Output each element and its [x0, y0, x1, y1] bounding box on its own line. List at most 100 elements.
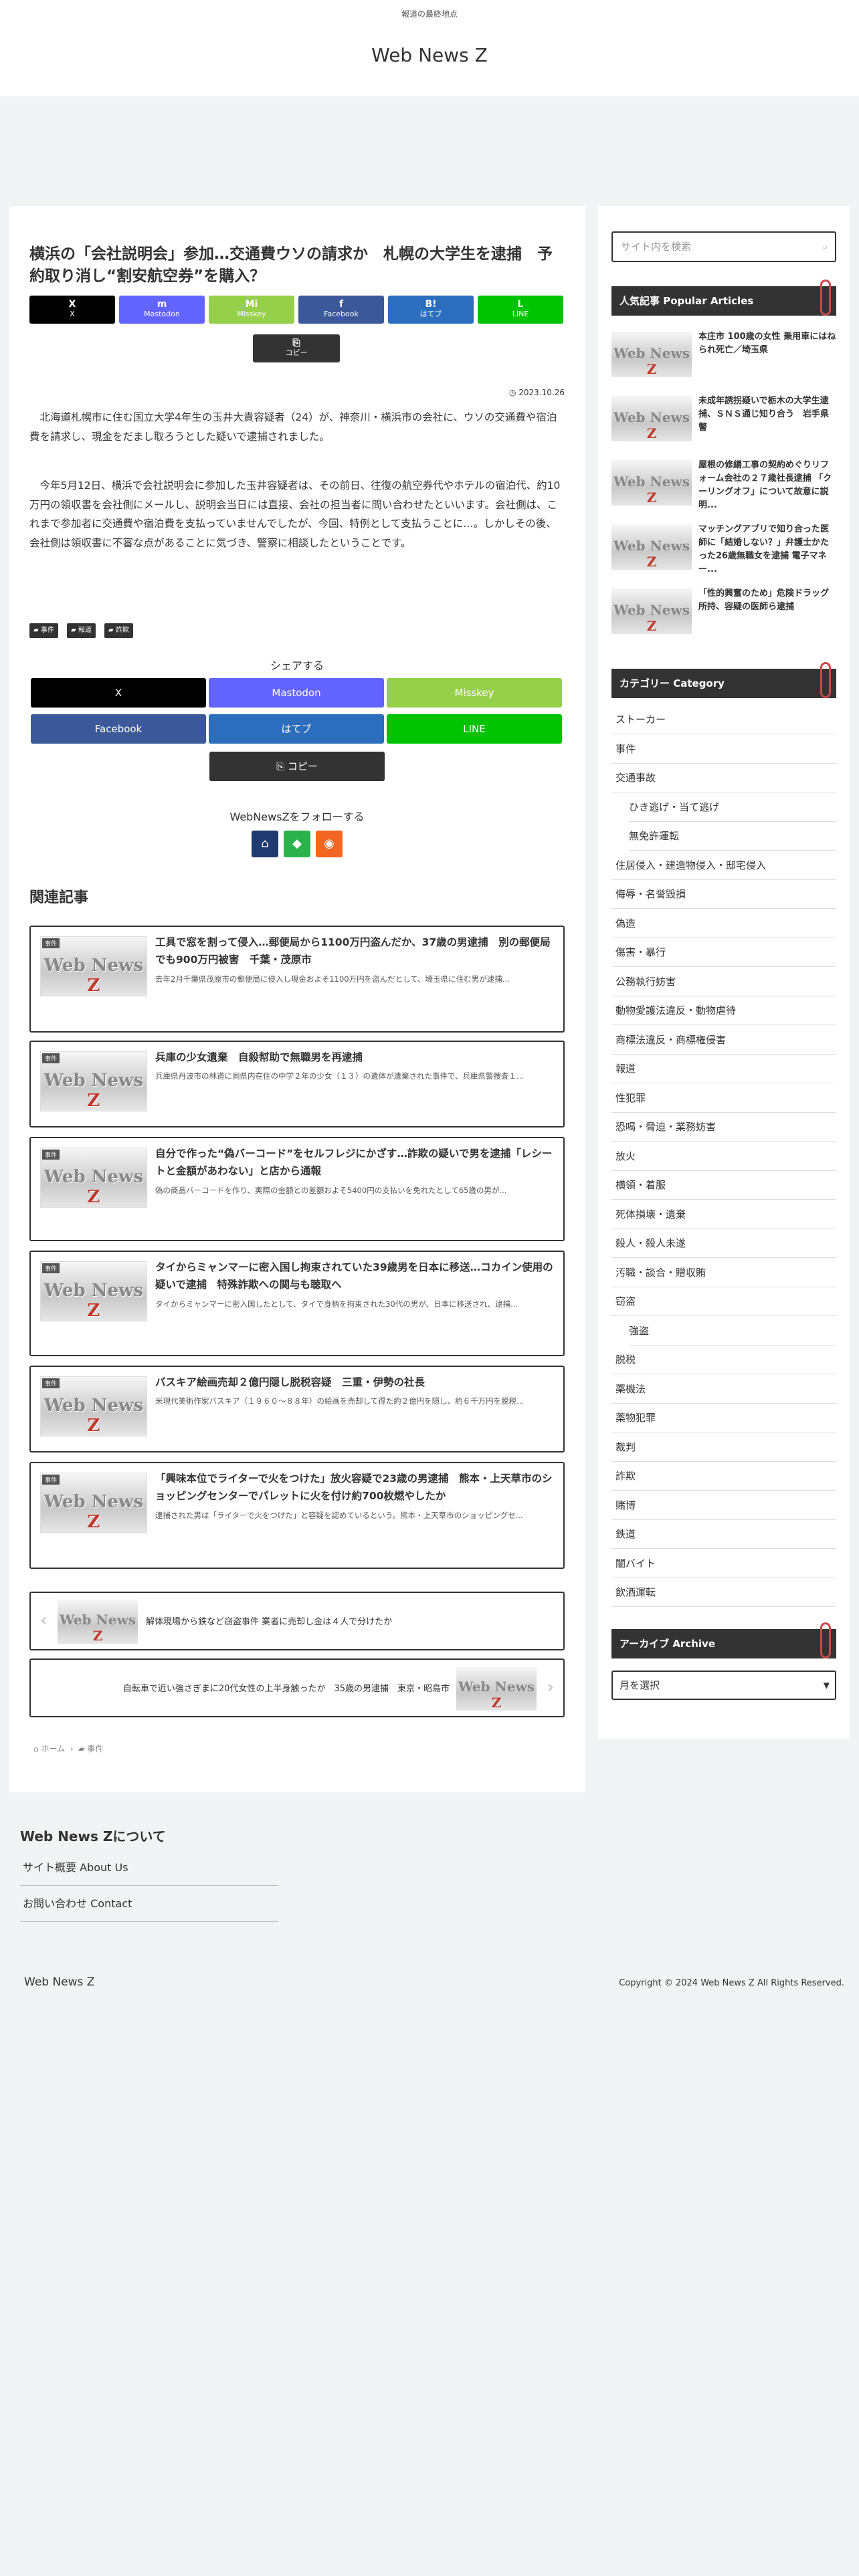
category-item[interactable]: 横領・着服 — [611, 1170, 836, 1200]
article-title: 横浜の「会社説明会」参加…交通費ウソの請求か 札幌の大学生を逮捕 予約取り消し“… — [29, 245, 553, 286]
related-card[interactable]: 事件 Web News Z バスキア絵画売却２億円隠し脱税容疑 三重・伊勢の社長 米現… — [29, 1366, 565, 1453]
related-card[interactable]: 事件 Web News Z 工具で窓を割って侵入…郵便局から1100万円盗んだか、3… — [29, 926, 565, 1033]
related-card[interactable]: 事件 Web News Z タイからミャンマーに密入国し拘束されていた39歳男を日本… — [29, 1251, 565, 1356]
related-thumbnail: 事件 Web News Z — [40, 1261, 147, 1321]
category-badge: 事件 — [42, 1150, 60, 1160]
share-button-x[interactable]: XX — [29, 296, 115, 324]
category-item[interactable]: 偽造 — [611, 909, 836, 938]
category-item[interactable]: 侮辱・名誉毀損 — [611, 879, 836, 909]
archive-month-select[interactable]: 月を選択 ▼ — [611, 1671, 836, 1700]
share-button-line[interactable]: L LINE — [478, 296, 563, 324]
popular-heading: 人気記事 Popular Articles — [611, 280, 836, 316]
category-item[interactable]: ストーカー — [611, 705, 836, 734]
breadcrumb-category[interactable]: 事件 — [87, 1744, 103, 1753]
footer-link-about[interactable]: サイト概要 About Us — [20, 1850, 278, 1886]
category-item[interactable]: 飲酒運転 — [611, 1578, 836, 1607]
copy-button-bottom[interactable]: ⎘ コピー — [209, 752, 385, 781]
tag-link[interactable]: ▰ 報道 — [67, 623, 96, 638]
feedly-follow-icon[interactable]: ◆ — [284, 831, 310, 857]
breadcrumb-home[interactable]: ホーム — [41, 1744, 65, 1753]
share-button-misskey[interactable]: Mi Misskey — [209, 296, 294, 324]
search-input[interactable]: サイト内を検索 ⌕ — [611, 231, 836, 262]
related-card[interactable]: 事件 Web News Z 「興味本位でライターで火をつけた」放火容疑で23歳の男逮… — [29, 1462, 565, 1569]
category-item[interactable]: 脱税 — [611, 1345, 836, 1374]
paperclip-icon — [820, 1622, 831, 1658]
category-item[interactable]: 強盗 — [629, 1316, 836, 1346]
share-label: Mastodon — [144, 310, 180, 318]
category-badge: 事件 — [42, 1263, 60, 1273]
category-item[interactable]: 汚職・談合・贈収賄 — [611, 1258, 836, 1287]
category-item[interactable]: 交通事故 — [611, 763, 836, 792]
home-follow-icon[interactable]: ⌂ — [252, 831, 278, 857]
related-title: 自分で作った“偽バーコード”をセルフレジにかざす…詐欺の疑いで男を逮捕「レシート… — [155, 1148, 553, 1178]
category-item[interactable]: 死体損壊・遺棄 — [611, 1200, 836, 1229]
thumbnail-logo: Web News Z — [43, 1396, 144, 1436]
footer-link-contact[interactable]: お問い合わせ Contact — [20, 1886, 278, 1922]
related-snippet: 偽の商品バーコードを作り、実際の金額との差額およそ5400円の支払いを免れたとし… — [155, 1186, 507, 1195]
category-item[interactable]: 鉄道 — [611, 1519, 836, 1549]
category-item[interactable]: 商標法違反・商標権侵害 — [611, 1025, 836, 1055]
popular-item[interactable]: Web News Z 「性的興奮のため」危険ドラッグ所持、容疑の医師ら逮捕 — [611, 586, 836, 638]
share-button-はてブ[interactable]: はてブ — [209, 714, 384, 744]
prev-article-link[interactable]: ‹ Web News Z 解体現場から鉄など窃盗事件 業者に売却し金は４人で分け… — [29, 1592, 565, 1650]
share-label: LINE — [512, 310, 529, 318]
category-item[interactable]: ひき逃げ・当て逃げ — [629, 792, 836, 822]
category-item[interactable]: 住居侵入・建造物侵入・邸宅侵入 — [611, 851, 836, 880]
share-heading: シェアする — [270, 659, 324, 672]
related-thumbnail: 事件 Web News Z — [40, 1051, 147, 1111]
category-item[interactable]: 動物愛護法違反・動物虐待 — [611, 996, 836, 1025]
share-label: Facebook — [324, 310, 359, 318]
related-heading: 関連記事 — [29, 889, 89, 906]
popular-item[interactable]: Web News Z 屋根の修繕工事の契約めぐりリフォーム会社の２７歳社長逮捕 「… — [611, 457, 836, 510]
category-item[interactable]: 無免許運転 — [629, 821, 836, 851]
site-footer: Web News Zについて サイト概要 About Us お問い合わせ Con… — [0, 1806, 859, 2576]
share-button-mastodon[interactable]: m Mastodon — [119, 296, 205, 324]
thumbnail-logo: Web News Z — [43, 1492, 144, 1532]
share-button-x[interactable]: X — [31, 678, 206, 708]
category-item[interactable]: 賭博 — [611, 1491, 836, 1520]
share-button-facebook[interactable]: f Facebook — [298, 296, 384, 324]
thumbnail-logo: Web News Z — [43, 1071, 144, 1111]
category-item[interactable]: 放火 — [611, 1142, 836, 1171]
share-button-mastodon[interactable]: Mastodon — [209, 678, 384, 708]
popular-item[interactable]: Web News Z マッチングアプリで知り合った医師に「結婚しない？」弁護士かた… — [611, 522, 836, 574]
category-item[interactable]: 詐欺 — [611, 1461, 836, 1491]
share-button-はてブ[interactable]: B! はてブ — [388, 296, 474, 324]
prev-thumbnail: Web News Z — [58, 1600, 138, 1644]
follow-heading: WebNewsZをフォローする — [229, 811, 365, 823]
category-item[interactable]: 性犯罪 — [611, 1083, 836, 1113]
category-item[interactable]: 恐喝・脅迫・業務妨害 — [611, 1112, 836, 1142]
related-title: バスキア絵画売却２億円隠し脱税容疑 三重・伊勢の社長 — [155, 1376, 425, 1388]
tag-link[interactable]: ▰ 詐欺 — [104, 623, 133, 638]
category-item[interactable]: 殺人・殺人未遂 — [611, 1228, 836, 1258]
share-button-line[interactable]: LINE — [387, 714, 562, 744]
category-item[interactable]: 薬物犯罪 — [611, 1403, 836, 1432]
category-item[interactable]: 薬機法 — [611, 1374, 836, 1404]
popular-item[interactable]: Web News Z 本庄市 100歳の女性 乗用車にはねられ死亡／埼玉県 — [611, 329, 836, 381]
category-item[interactable]: 傷害・暴行 — [611, 938, 836, 967]
share-button-facebook[interactable]: Facebook — [31, 714, 206, 744]
next-article-link[interactable]: 自転車で近い強さぎまに20代女性の上半身触ったか 35歳の男逮捕 東京・昭島市 … — [29, 1658, 565, 1717]
popular-title: 「性的興奮のため」危険ドラッグ所持、容疑の医師ら逮捕 — [698, 588, 830, 613]
related-snippet: 逮捕された男は「ライターで火をつけた」と容疑を認めているという。熊本・上天草市の… — [155, 1511, 523, 1520]
related-card[interactable]: 事件 Web News Z 自分で作った“偽バーコード”をセルフレジにかざす…詐欺の… — [29, 1137, 565, 1241]
category-badge: 事件 — [42, 1378, 60, 1388]
category-badge: 事件 — [42, 938, 60, 948]
search-icon[interactable]: ⌕ — [822, 233, 828, 261]
copy-button-top[interactable]: ⎘ コピー — [253, 334, 340, 362]
share-icon: L — [517, 299, 524, 310]
category-item[interactable]: 事件 — [611, 734, 836, 764]
related-card[interactable]: 事件 Web News Z 兵庫の少女遺棄 自殺幇助で無職男を再逮捕 兵庫県丹波市の林… — [29, 1041, 565, 1128]
category-item[interactable]: 公務執行妨害 — [611, 967, 836, 996]
rss-follow-icon[interactable]: ◉ — [316, 831, 343, 857]
popular-thumbnail: Web News Z — [611, 524, 692, 570]
share-button-misskey[interactable]: Misskey — [387, 678, 562, 708]
category-item[interactable]: 闇バイト — [611, 1549, 836, 1578]
footer-brand[interactable]: Web News Z — [24, 1975, 94, 1989]
tag-link[interactable]: ▰ 事件 — [29, 623, 58, 638]
category-item[interactable]: 裁判 — [611, 1432, 836, 1462]
popular-item[interactable]: Web News Z 未成年誘拐疑いで栃木の大学生逮捕、ＳＮＳ通じ知り合う 岩手県… — [611, 393, 836, 445]
category-item[interactable]: 窃盗 — [611, 1287, 836, 1316]
category-item[interactable]: 報道 — [611, 1054, 836, 1083]
site-title[interactable]: Web News Z — [0, 44, 859, 66]
